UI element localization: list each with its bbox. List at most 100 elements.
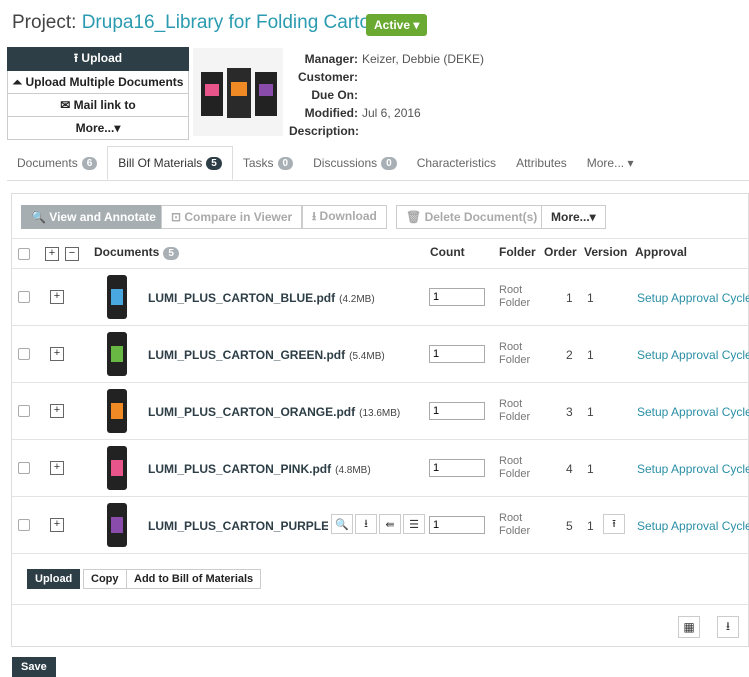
row-checkbox[interactable]: [18, 405, 30, 417]
folder-header: Folder: [499, 245, 536, 259]
count-input[interactable]: [429, 516, 485, 534]
project-prefix: Project:: [12, 12, 77, 33]
row-checkbox[interactable]: [18, 291, 30, 303]
folder-text: Root: [499, 455, 523, 467]
download-icon[interactable]: ⭳: [355, 514, 377, 534]
remove-view-icon[interactable]: ⭳: [717, 616, 739, 638]
document-name-link[interactable]: LUMI_PLUS_CARTON_GREEN.pdf (5.4MB): [148, 348, 385, 362]
document-thumbnail[interactable]: [107, 389, 127, 433]
documents-header: Documents 5: [94, 245, 179, 260]
customer-value: [358, 68, 362, 86]
document-name-link[interactable]: LUMI_PLUS_CARTON_PINK.pdf (4.8MB): [148, 462, 371, 476]
select-all-checkbox[interactable]: [18, 248, 30, 260]
document-thumbnail[interactable]: [107, 275, 127, 319]
order-value: 1: [566, 291, 573, 305]
save-button[interactable]: Save: [12, 657, 56, 677]
project-name: Drupa16_Library for Folding Carton: [81, 12, 381, 33]
expand-row-icon[interactable]: +: [50, 347, 64, 361]
tab-tasks[interactable]: Tasks 0: [233, 146, 303, 180]
expand-row-icon[interactable]: +: [50, 404, 64, 418]
tab-bar: Documents 6 Bill Of Materials 5 Tasks 0 Dis…: [7, 146, 749, 181]
row-checkbox[interactable]: [18, 462, 30, 474]
delete-documents-button[interactable]: 🗑 Delete Document(s): [396, 205, 548, 229]
folder-link[interactable]: Root Folder: [499, 341, 530, 367]
expand-row-icon[interactable]: +: [50, 461, 64, 475]
count-input[interactable]: [429, 459, 485, 477]
document-thumbnail[interactable]: [107, 503, 127, 547]
folder-text: Root: [499, 284, 523, 296]
download-button[interactable]: ⭳ Download: [302, 205, 387, 229]
upload-version-icon[interactable]: ⭱: [603, 514, 625, 534]
description-label: Description:: [289, 124, 360, 138]
row-checkbox[interactable]: [18, 519, 30, 531]
tab-characteristics[interactable]: Characteristics: [407, 146, 506, 180]
folder-link[interactable]: Root Folder: [499, 455, 530, 481]
documents-count-badge: 5: [163, 247, 179, 260]
divider: [12, 604, 749, 605]
upload-multiple-button[interactable]: ⏶ Upload Multiple Documents: [7, 71, 189, 94]
compare-viewer-button[interactable]: ⊡ Compare in Viewer: [161, 205, 303, 229]
toolbar-more-button[interactable]: More...▾: [541, 205, 606, 229]
setup-approval-link[interactable]: Setup Approval Cycle: [637, 462, 749, 476]
setup-approval-link[interactable]: Setup Approval Cycle: [637, 519, 749, 533]
folder-text: Folder: [499, 411, 531, 423]
mail-link-button[interactable]: ✉ Mail link to: [7, 94, 189, 117]
count-input[interactable]: [429, 345, 485, 363]
thumbnail-color-band: [111, 403, 123, 419]
version-header: Version: [584, 245, 628, 259]
tab-bill-of-materials[interactable]: Bill Of Materials 5: [107, 146, 233, 180]
tab-label: Tasks: [242, 156, 274, 170]
row-hover-actions: 🔍 ⭳ ⇚ ☰: [329, 514, 425, 534]
document-name-link[interactable]: LUMI_PLUS_CARTON_ORANGE.pdf (13.6MB): [148, 405, 400, 419]
expand-row-icon[interactable]: +: [50, 518, 64, 532]
order-value: 2: [566, 348, 573, 362]
tab-label: Bill Of Materials: [118, 156, 203, 170]
row-checkbox[interactable]: [18, 348, 30, 360]
expand-row-icon[interactable]: +: [50, 290, 64, 304]
view-annotate-button[interactable]: 🔍 View and Annotate: [21, 205, 166, 229]
tab-label: Documents: [17, 156, 78, 170]
grid-view-icon[interactable]: ▦: [678, 616, 700, 638]
folder-link[interactable]: Root Folder: [499, 398, 530, 424]
document-name: LUMI_PLUS_CARTON_PURPLE.pdf: [148, 519, 328, 533]
view-icon[interactable]: 🔍: [331, 514, 353, 534]
version-value: 1: [587, 348, 594, 362]
tab-label: Characteristics: [416, 156, 497, 170]
bottom-upload-button[interactable]: Upload: [27, 569, 81, 589]
collapse-all-icon[interactable]: −: [65, 247, 79, 261]
document-name-link[interactable]: LUMI_PLUS_CARTON_PURPLE.pdf: [148, 519, 328, 533]
count-input[interactable]: [429, 288, 485, 306]
tab-count-badge: 6: [81, 156, 98, 170]
details-icon[interactable]: ☰: [403, 514, 425, 534]
count-input[interactable]: [429, 402, 485, 420]
folder-link[interactable]: Root Folder: [499, 284, 530, 310]
add-to-bom-button[interactable]: Add to Bill of Materials: [126, 569, 262, 589]
divider: [12, 496, 749, 497]
document-thumbnail[interactable]: [107, 332, 127, 376]
replace-icon[interactable]: ⇚: [379, 514, 401, 534]
upload-button[interactable]: ⭱ Upload: [7, 47, 189, 71]
approval-header: Approval: [635, 245, 688, 259]
folder-text: Root: [499, 341, 523, 353]
tab-count-badge: 5: [206, 156, 222, 170]
tab-documents[interactable]: Documents 6: [7, 146, 107, 180]
document-name: LUMI_PLUS_CARTON_PINK.pdf: [148, 462, 332, 476]
more-actions-button[interactable]: More...▾: [7, 117, 189, 140]
status-dropdown[interactable]: Active ▾: [366, 14, 428, 36]
divider: [12, 439, 749, 440]
file-size: (13.6MB): [359, 408, 401, 419]
tab-attributes[interactable]: Attributes: [506, 146, 577, 180]
tab-label: Discussions: [313, 156, 378, 170]
setup-approval-link[interactable]: Setup Approval Cycle: [637, 405, 749, 419]
tab-discussions[interactable]: Discussions 0: [303, 146, 407, 180]
tab-more[interactable]: More... ▾: [577, 146, 644, 180]
expand-all-icon[interactable]: +: [45, 247, 59, 261]
document-thumbnail[interactable]: [107, 446, 127, 490]
setup-approval-link[interactable]: Setup Approval Cycle: [637, 291, 749, 305]
folder-link[interactable]: Root Folder: [499, 512, 530, 538]
setup-approval-link[interactable]: Setup Approval Cycle: [637, 348, 749, 362]
divider: [12, 325, 749, 326]
order-header: Order: [544, 245, 577, 259]
document-name-link[interactable]: LUMI_PLUS_CARTON_BLUE.pdf (4.2MB): [148, 291, 375, 305]
copy-button[interactable]: Copy: [83, 569, 127, 589]
